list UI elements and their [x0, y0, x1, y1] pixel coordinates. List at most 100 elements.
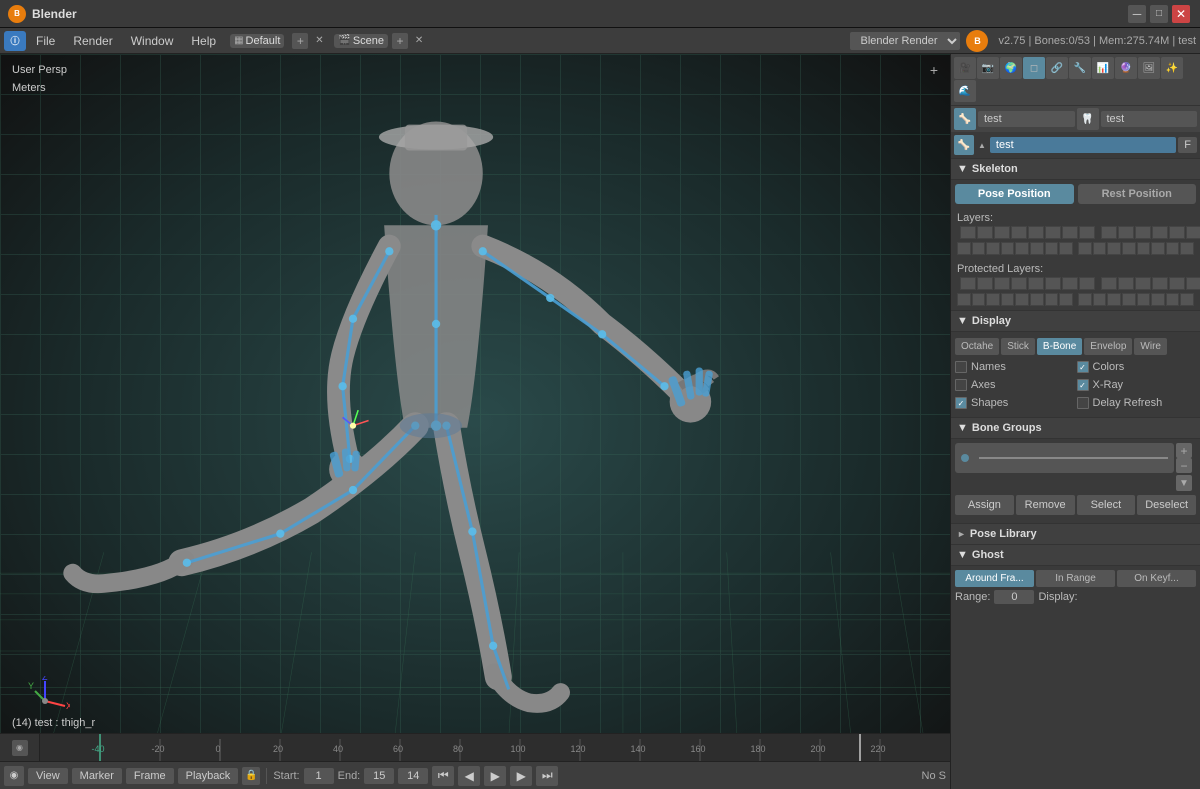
layer-cell-14[interactable] [1186, 226, 1200, 239]
layer-cell-30[interactable] [1151, 242, 1165, 255]
axes-checkbox[interactable] [955, 379, 967, 391]
remove-button[interactable]: Remove [1016, 495, 1075, 515]
prot-cell-31[interactable] [1166, 293, 1180, 306]
prot-cell-7[interactable] [1062, 277, 1078, 290]
layer-cell-9[interactable] [1101, 226, 1117, 239]
pose-position-button[interactable]: Pose Position [955, 184, 1074, 204]
prot-cell-29[interactable] [1137, 293, 1151, 306]
prot-cell-17[interactable] [957, 293, 971, 306]
wire-button[interactable]: Wire [1134, 338, 1167, 355]
prot-cell-30[interactable] [1151, 293, 1165, 306]
layer-cell-3[interactable] [994, 226, 1010, 239]
maximize-button[interactable]: □ [1150, 5, 1168, 23]
help-menu[interactable]: Help [183, 32, 224, 50]
prot-cell-27[interactable] [1107, 293, 1121, 306]
layer-cell-13[interactable] [1169, 226, 1185, 239]
ghost-section-header[interactable]: ▼ Ghost [951, 544, 1200, 566]
octahe-button[interactable]: Octahe [955, 338, 999, 355]
timeline-frame-menu[interactable]: Frame [126, 768, 174, 784]
select-button[interactable]: Select [1077, 495, 1136, 515]
material-panel-icon[interactable]: 🔮 [1115, 57, 1137, 79]
on-keyframe-button[interactable]: On Keyf... [1117, 570, 1196, 587]
prot-cell-11[interactable] [1135, 277, 1151, 290]
layer-cell-4[interactable] [1011, 226, 1027, 239]
layer-cell-24[interactable] [1059, 242, 1073, 255]
delay-refresh-checkbox[interactable] [1077, 397, 1089, 409]
prot-cell-21[interactable] [1015, 293, 1029, 306]
current-frame-value[interactable]: 14 [398, 768, 428, 784]
prot-cell-4[interactable] [1011, 277, 1027, 290]
prot-cell-13[interactable] [1169, 277, 1185, 290]
bone-group-plus-button[interactable]: + [1176, 443, 1192, 458]
timeline-playback-menu[interactable]: Playback [178, 768, 239, 784]
timeline-ruler[interactable]: ◉ -40 -20 0 [0, 733, 950, 761]
layer-cell-21[interactable] [1015, 242, 1029, 255]
range-value[interactable]: 0 [994, 590, 1034, 604]
layer-cell-11[interactable] [1135, 226, 1151, 239]
prot-cell-6[interactable] [1045, 277, 1061, 290]
window-menu[interactable]: Window [123, 32, 182, 50]
bone-group-minus-button[interactable]: − [1176, 458, 1192, 473]
prev-frame-button[interactable]: ◀ [458, 766, 480, 786]
prot-cell-14[interactable] [1186, 277, 1200, 290]
prot-cell-10[interactable] [1118, 277, 1134, 290]
prot-cell-12[interactable] [1152, 277, 1168, 290]
viewport-corner-btn[interactable]: + [930, 62, 938, 78]
end-value[interactable]: 15 [364, 768, 394, 784]
layer-cell-6[interactable] [1045, 226, 1061, 239]
jump-start-button[interactable]: ⏮ [432, 766, 454, 786]
layer-cell-31[interactable] [1166, 242, 1180, 255]
object-panel-icon[interactable]: ◻ [1023, 57, 1045, 79]
prot-cell-5[interactable] [1028, 277, 1044, 290]
layer-cell-17[interactable] [957, 242, 971, 255]
layer-cell-10[interactable] [1118, 226, 1134, 239]
stick-button[interactable]: Stick [1001, 338, 1035, 355]
layer-cell-23[interactable] [1045, 242, 1059, 255]
timeline-marker-menu[interactable]: Marker [72, 768, 122, 784]
prot-cell-24[interactable] [1059, 293, 1073, 306]
play-button[interactable]: ▶ [484, 766, 506, 786]
name-f-button[interactable]: F [1178, 137, 1197, 153]
name-input[interactable] [990, 137, 1176, 153]
shapes-checkbox[interactable] [955, 397, 967, 409]
prot-cell-1[interactable] [960, 277, 976, 290]
layer-cell-8[interactable] [1079, 226, 1095, 239]
envelop-button[interactable]: Envelop [1084, 338, 1132, 355]
file-menu[interactable]: File [28, 32, 63, 50]
prot-cell-25[interactable] [1078, 293, 1092, 306]
prot-cell-18[interactable] [972, 293, 986, 306]
lock-icon[interactable]: 🔒 [242, 767, 260, 785]
prot-cell-28[interactable] [1122, 293, 1136, 306]
physics-panel-icon[interactable]: 🌊 [954, 80, 976, 102]
armature-bone-icon[interactable]: 🦷 [1077, 108, 1099, 130]
deselect-button[interactable]: Deselect [1137, 495, 1196, 515]
colors-checkbox[interactable] [1077, 361, 1089, 373]
close-scene-button[interactable]: ✕ [412, 34, 426, 48]
viewport-3d[interactable]: User Persp Meters + X Y Z (14) test : th… [0, 54, 950, 789]
render-engine-select[interactable]: Blender Render Cycles Render [850, 32, 960, 50]
prot-cell-23[interactable] [1045, 293, 1059, 306]
layer-cell-22[interactable] [1030, 242, 1044, 255]
layer-cell-19[interactable] [986, 242, 1000, 255]
layer-cell-28[interactable] [1122, 242, 1136, 255]
bone-groups-section-header[interactable]: ▼ Bone Groups [951, 417, 1200, 439]
bone-group-field[interactable] [955, 443, 1174, 473]
in-range-button[interactable]: In Range [1036, 570, 1115, 587]
layer-cell-29[interactable] [1137, 242, 1151, 255]
prot-cell-8[interactable] [1079, 277, 1095, 290]
particles-panel-icon[interactable]: ✨ [1161, 57, 1183, 79]
layer-cell-2[interactable] [977, 226, 993, 239]
names-checkbox[interactable] [955, 361, 967, 373]
layer-cell-7[interactable] [1062, 226, 1078, 239]
add-workspace-button[interactable]: + [292, 33, 308, 49]
layer-cell-5[interactable] [1028, 226, 1044, 239]
scene-panel-icon[interactable]: 📷 [977, 57, 999, 79]
close-workspace-button[interactable]: ✕ [312, 34, 326, 48]
name-up-arrow[interactable]: ▲ [976, 141, 988, 150]
start-value[interactable]: 1 [304, 768, 334, 784]
pose-library-header[interactable]: ► Pose Library [951, 523, 1200, 544]
add-scene-button[interactable]: + [392, 33, 408, 49]
xray-checkbox[interactable] [1077, 379, 1089, 391]
render-menu[interactable]: Render [65, 32, 120, 50]
layer-cell-26[interactable] [1093, 242, 1107, 255]
